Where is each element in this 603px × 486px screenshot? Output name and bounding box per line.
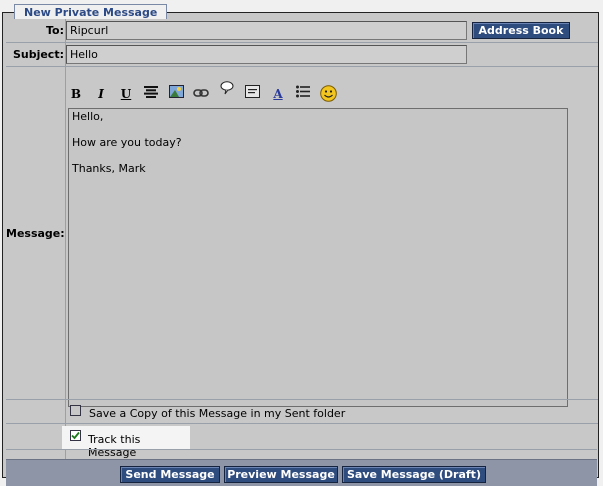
message-line: Thanks, Mark [72, 162, 146, 175]
smiley-icon[interactable] [319, 85, 337, 103]
underline-icon[interactable]: U [117, 85, 135, 103]
link-icon[interactable] [192, 85, 210, 103]
align-center-icon[interactable] [142, 85, 160, 103]
subject-input[interactable]: Hello [66, 45, 467, 64]
save-copy-checkbox[interactable] [70, 405, 81, 416]
form-legend: New Private Message [14, 4, 168, 19]
italic-icon[interactable]: I [92, 85, 110, 103]
subject-label: Subject: [12, 48, 64, 61]
message-label: Message: [6, 227, 65, 240]
message-form: To: Ripcurl Address Book Subject: Hello … [2, 12, 599, 486]
preview-message-button[interactable]: Preview Message [224, 466, 338, 483]
label-column-separator [65, 19, 66, 459]
track-checkbox[interactable] [70, 430, 81, 441]
track-row: Track this Message [62, 426, 190, 459]
track-label: Track this Message [88, 433, 141, 459]
message-line: How are you today? [72, 136, 182, 149]
to-row: To: Ripcurl Address Book [6, 19, 598, 43]
checkmark-icon [71, 431, 80, 440]
options-separator [6, 449, 597, 450]
to-input[interactable]: Ripcurl [66, 21, 467, 40]
message-line: Hello, [72, 110, 104, 123]
send-message-button[interactable]: Send Message [120, 466, 220, 483]
message-textarea[interactable]: Hello, How are you today? Thanks, Mark [68, 108, 568, 407]
image-icon[interactable] [167, 85, 185, 103]
save-draft-button[interactable]: Save Message (Draft) [342, 466, 486, 483]
to-label: To: [46, 24, 64, 37]
list-icon[interactable] [294, 85, 312, 103]
save-copy-row: Save a Copy of this Message in my Sent f… [6, 399, 598, 424]
subject-row: Subject: Hello [6, 43, 598, 67]
save-copy-label: Save a Copy of this Message in my Sent f… [89, 407, 346, 420]
font-color-icon[interactable]: A [269, 85, 287, 103]
address-book-button[interactable]: Address Book [472, 22, 570, 39]
bold-icon[interactable]: B [67, 85, 85, 103]
quote-icon[interactable] [243, 85, 261, 103]
speech-bubble-icon[interactable] [218, 81, 236, 99]
